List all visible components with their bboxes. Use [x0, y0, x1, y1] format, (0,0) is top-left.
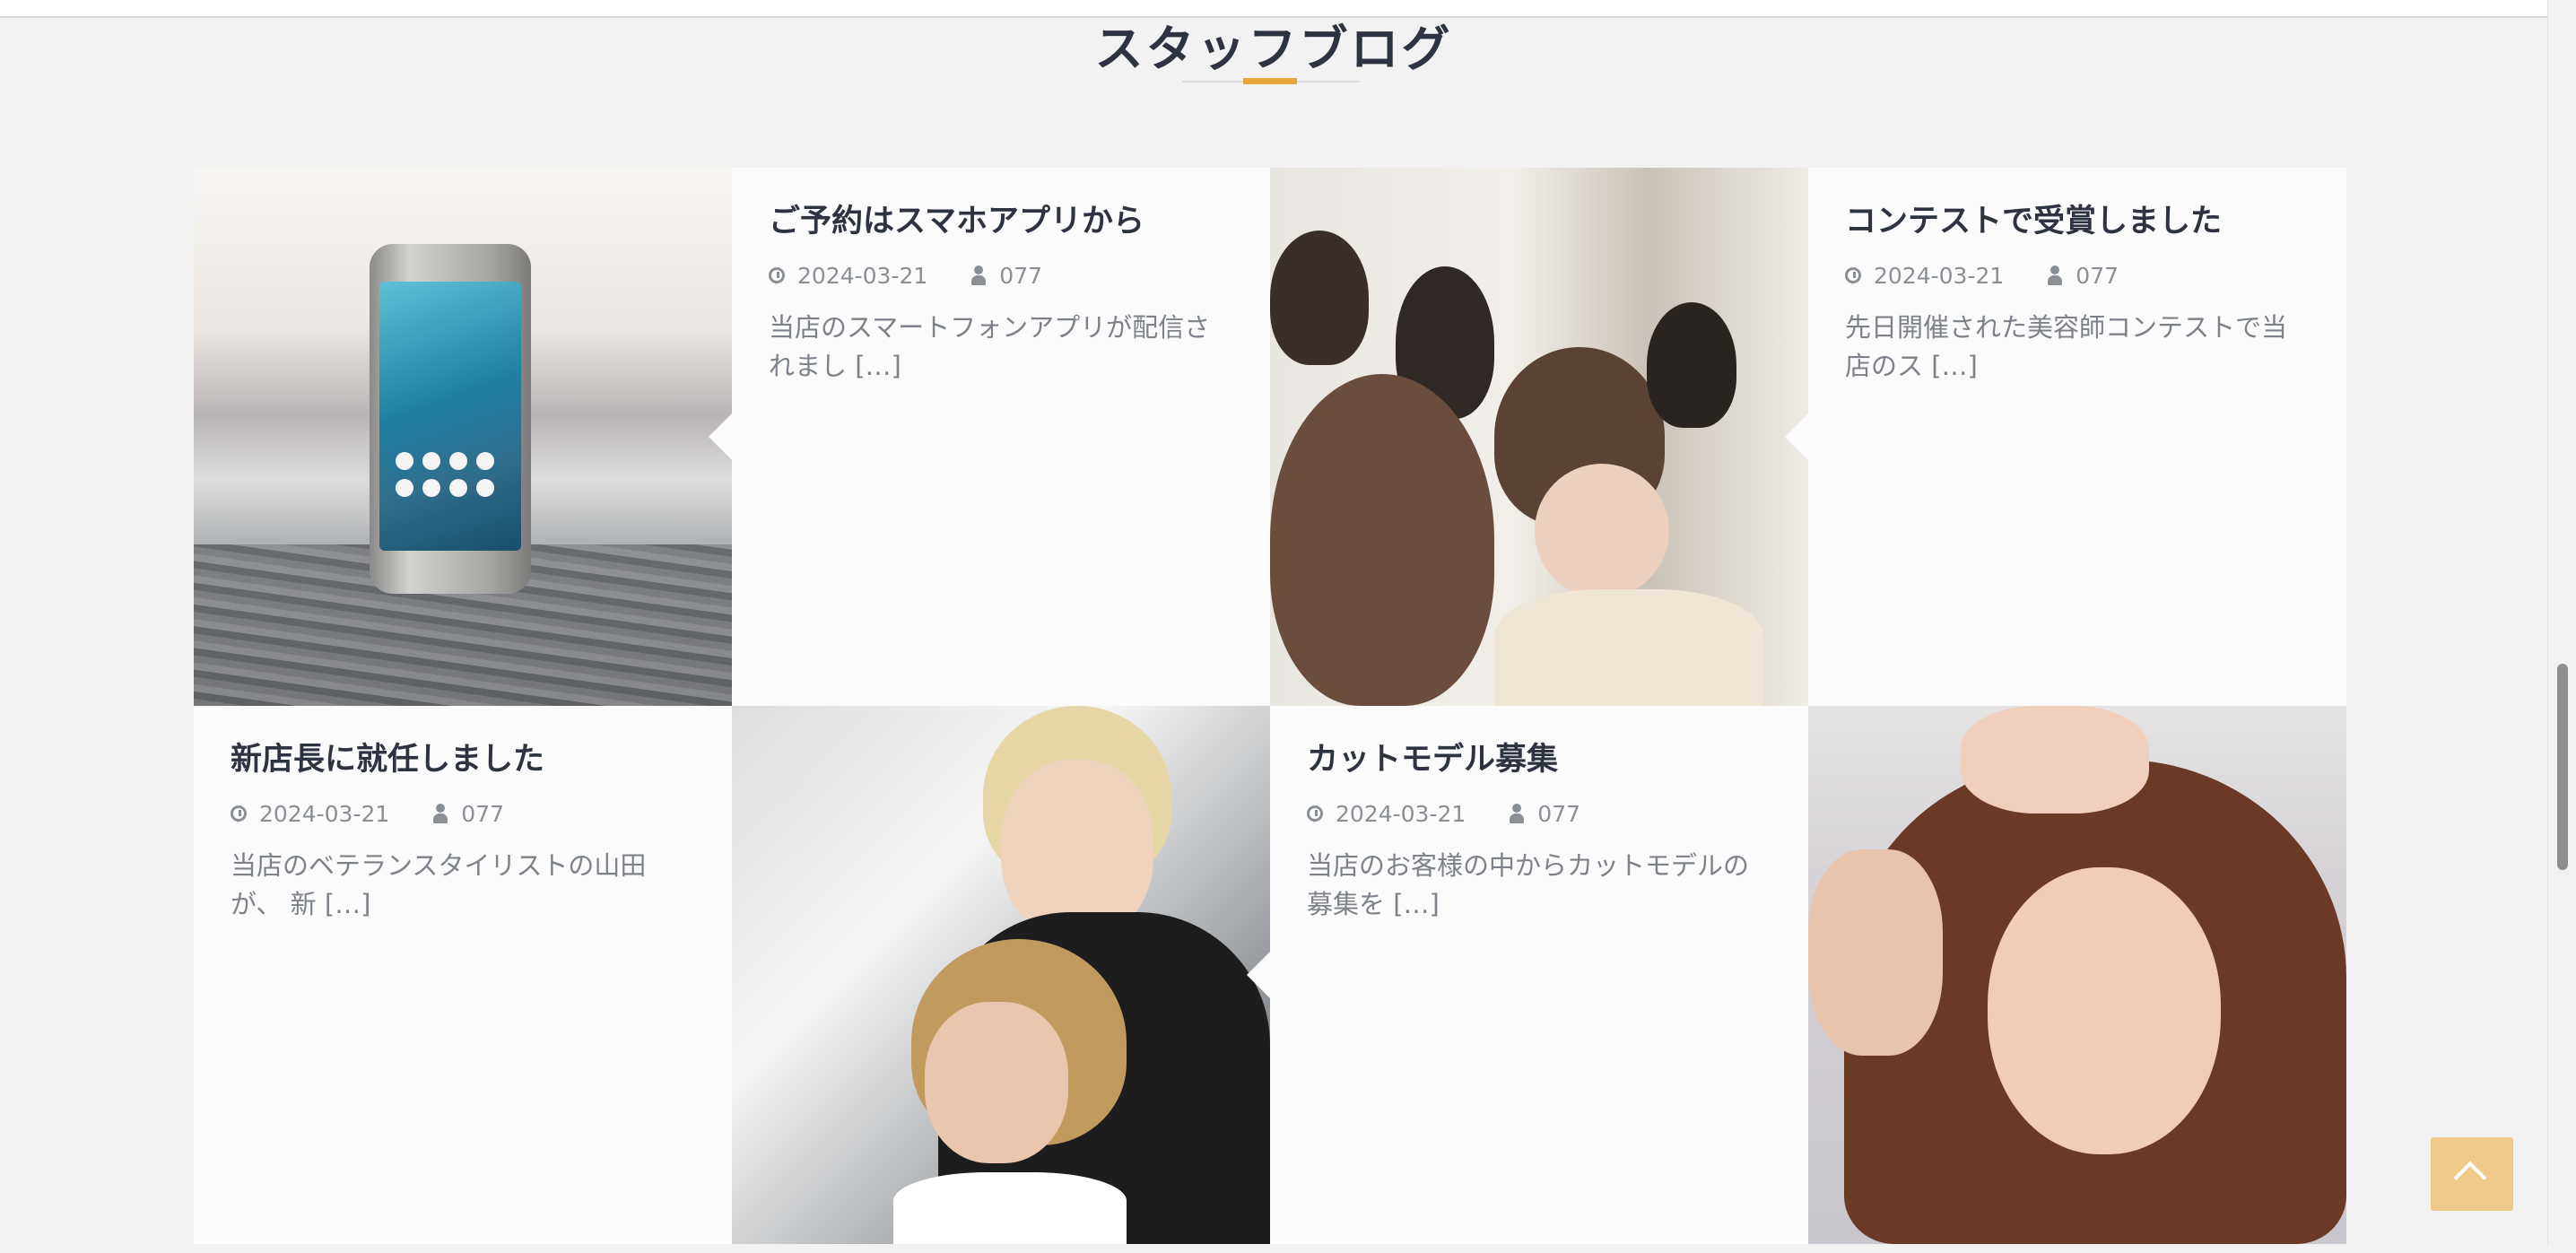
back-to-top-button[interactable]: [2431, 1137, 2513, 1211]
post-image-stylist[interactable]: [732, 706, 1270, 1244]
post-image-smartphone[interactable]: [194, 168, 732, 706]
section-title: スタッフブログ: [1094, 21, 1453, 77]
smartphone-screen: [379, 282, 521, 551]
photo-shirt: [1494, 589, 1763, 706]
post-date: 2024-03-21: [797, 262, 928, 289]
user-icon: [2047, 265, 2063, 285]
clock-icon: [769, 267, 785, 283]
post-date: 2024-03-21: [1874, 262, 2005, 289]
photo-face: [1988, 867, 2221, 1154]
post-date: 2024-03-21: [1336, 800, 1466, 827]
photo-figure: [1270, 231, 1369, 365]
post-excerpt: 先日開催された美容師コンテストで当店のス […]: [1845, 311, 2288, 382]
photo-face: [925, 1002, 1068, 1163]
post-date: 2024-03-21: [259, 800, 390, 827]
post-image-haircut[interactable]: [1808, 706, 2346, 1244]
post-card-app[interactable]: ご予約はスマホアプリから 2024-03-21 077 当店のスマートフォンアプ…: [709, 168, 1270, 706]
photo-hand: [1961, 706, 2149, 814]
post-image-contest[interactable]: [1270, 168, 1808, 706]
chevron-up-icon: [2453, 1161, 2487, 1195]
mannequin-head: [1270, 374, 1494, 706]
user-icon: [432, 804, 448, 823]
post-excerpt: 当店のスマートフォンアプリが配信されまし […]: [769, 311, 1211, 382]
post-title[interactable]: 新店長に就任しました: [231, 740, 696, 781]
app-icons: [396, 452, 505, 497]
clock-icon: [1307, 805, 1323, 822]
post-author[interactable]: 077: [1537, 801, 1580, 827]
user-icon: [1509, 804, 1525, 823]
post-card-new-manager[interactable]: 新店長に就任しました 2024-03-21 077 当店のベテランスタイリストの…: [194, 706, 732, 1244]
post-excerpt: 当店のベテランスタイリストの山田が、 新 […]: [231, 849, 647, 920]
post-author[interactable]: 077: [999, 263, 1042, 289]
photo-face: [1535, 464, 1669, 598]
post-title[interactable]: ご予約はスマホアプリから: [769, 202, 1234, 243]
clock-icon: [231, 805, 247, 822]
post-meta: 2024-03-21 077: [1845, 263, 2311, 289]
post-title[interactable]: カットモデル募集: [1307, 740, 1772, 781]
post-author[interactable]: 077: [461, 801, 504, 827]
photo-figure: [1647, 302, 1736, 428]
clock-icon: [1845, 267, 1861, 283]
post-card-contest[interactable]: コンテストで受賞しました 2024-03-21 077 先日開催された美容師コン…: [1785, 168, 2346, 706]
smartphone: [370, 244, 531, 594]
post-card-cut-model[interactable]: カットモデル募集 2024-03-21 077 当店のお客様の中からカットモデル…: [1247, 706, 1808, 1244]
scrollbar-thumb[interactable]: [2557, 664, 2568, 870]
blog-grid: ご予約はスマホアプリから 2024-03-21 077 当店のスマートフォンアプ…: [194, 168, 2346, 1253]
photo-hand: [1808, 849, 1943, 1056]
page-scrollbar[interactable]: [2547, 0, 2576, 1247]
post-author[interactable]: 077: [2076, 263, 2119, 289]
title-underline-accent: [1243, 78, 1297, 84]
photo-cape: [893, 1172, 1127, 1244]
post-meta: 2024-03-21 077: [769, 263, 1234, 289]
title-underline: [1182, 78, 1360, 84]
user-icon: [970, 265, 987, 285]
post-meta: 2024-03-21 077: [231, 801, 696, 827]
post-title[interactable]: コンテストで受賞しました: [1845, 202, 2311, 243]
post-meta: 2024-03-21 077: [1307, 801, 1772, 827]
post-excerpt: 当店のお客様の中からカットモデルの募集を […]: [1307, 849, 1750, 920]
